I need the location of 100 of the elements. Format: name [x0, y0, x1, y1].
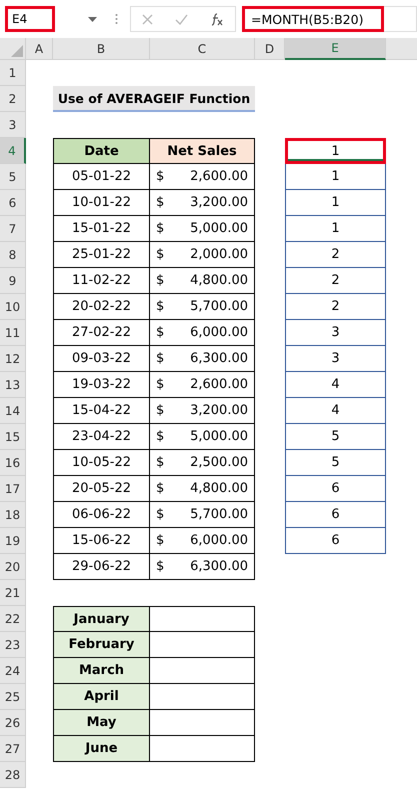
column-header-cell: Net Sales [150, 138, 255, 164]
table-cell: 09-03-22 [53, 346, 150, 372]
table-cell: 10-05-22 [53, 450, 150, 476]
row-header[interactable]: 10 [0, 294, 26, 320]
row-header[interactable]: 6 [0, 190, 26, 216]
table-cell: 6 [285, 502, 386, 528]
table-cell: 11-02-22 [53, 268, 150, 294]
row-header[interactable]: 24 [0, 658, 26, 684]
table-cell: 15-06-22 [53, 528, 150, 554]
row-header[interactable]: 7 [0, 216, 26, 242]
select-all-corner[interactable] [0, 38, 26, 60]
currency-symbol: $ [156, 195, 164, 210]
grip-icon [115, 13, 118, 25]
row-header[interactable]: 17 [0, 476, 26, 502]
table-cell: 25-01-22 [53, 242, 150, 268]
amount-value: 6,300.00 [190, 559, 248, 574]
row-header[interactable]: 27 [0, 736, 26, 762]
currency-symbol: $ [156, 273, 164, 288]
amount-value: 2,600.00 [190, 377, 248, 392]
row-header[interactable]: 20 [0, 554, 26, 580]
row-header[interactable]: 16 [0, 450, 26, 476]
column-header[interactable]: B [53, 38, 150, 60]
amount-value: 5,000.00 [190, 429, 248, 444]
currency-symbol: $ [156, 533, 164, 548]
row-header[interactable]: 13 [0, 372, 26, 398]
column-header-cell: Date [53, 138, 150, 164]
dropdown-caret-icon[interactable] [88, 16, 97, 22]
table-cell: 29-06-22 [53, 554, 150, 580]
table-cell: 1 [285, 138, 386, 164]
row-header[interactable]: 8 [0, 242, 26, 268]
currency-symbol: $ [156, 377, 164, 392]
name-box[interactable]: E4 [5, 6, 55, 32]
table-cell: 27-02-22 [53, 320, 150, 346]
row-header[interactable]: 19 [0, 528, 26, 554]
table-cell: 6 [285, 476, 386, 502]
row-header[interactable]: 1 [0, 60, 26, 86]
column-header[interactable]: E [285, 38, 386, 60]
table-cell: February [53, 632, 150, 658]
row-header[interactable]: 15 [0, 424, 26, 450]
amount-value: 6,000.00 [190, 533, 248, 548]
row-header[interactable]: 22 [0, 606, 26, 632]
column-header[interactable]: D [255, 38, 285, 60]
table-cell: 4 [285, 372, 386, 398]
row-header[interactable]: 2 [0, 86, 26, 112]
cancel-icon[interactable] [142, 14, 153, 24]
amount-value: 3,200.00 [190, 403, 248, 418]
table-cell: 06-06-22 [53, 502, 150, 528]
row-header[interactable]: 18 [0, 502, 26, 528]
column-header[interactable]: C [150, 38, 255, 60]
currency-symbol: $ [156, 169, 164, 184]
row-header[interactable]: 21 [0, 580, 26, 606]
amount-value: 4,800.00 [190, 481, 248, 496]
currency-symbol: $ [156, 507, 164, 522]
table-cell: 1 [285, 190, 386, 216]
row-header[interactable]: 14 [0, 398, 26, 424]
currency-symbol: $ [156, 429, 164, 444]
row-header[interactable]: 9 [0, 268, 26, 294]
row-header[interactable]: 3 [0, 112, 26, 138]
table-cell: 3 [285, 346, 386, 372]
amount-value: 2,500.00 [190, 455, 248, 470]
row-header[interactable]: 26 [0, 710, 26, 736]
row-header[interactable]: 5 [0, 164, 26, 190]
table-cell: 2 [285, 242, 386, 268]
table-cell: 1 [285, 164, 386, 190]
currency-symbol: $ [156, 559, 164, 574]
currency-symbol: $ [156, 247, 164, 262]
header-strip [386, 38, 417, 60]
row-header[interactable]: 23 [0, 632, 26, 658]
table-cell: 6 [285, 528, 386, 554]
row-header[interactable]: 11 [0, 320, 26, 346]
currency-symbol: $ [156, 481, 164, 496]
table-cell: 1 [285, 216, 386, 242]
table-cell: January [53, 606, 150, 632]
currency-symbol: $ [156, 325, 164, 340]
column-header[interactable]: A [26, 38, 53, 60]
table-cell: 20-02-22 [53, 294, 150, 320]
currency-symbol: $ [156, 221, 164, 236]
row-header[interactable]: 4 [0, 138, 26, 164]
check-icon[interactable] [175, 14, 188, 24]
table-cell: 5 [285, 424, 386, 450]
amount-value: 6,000.00 [190, 325, 248, 340]
table-cell: June [53, 736, 150, 762]
amount-value: 2,000.00 [190, 247, 248, 262]
table-cell: 23-04-22 [53, 424, 150, 450]
table-cell: 15-04-22 [53, 398, 150, 424]
amount-value: 5,700.00 [190, 299, 248, 314]
row-header[interactable]: 28 [0, 762, 26, 788]
amount-value: 3,200.00 [190, 195, 248, 210]
currency-symbol: $ [156, 299, 164, 314]
table-cell: April [53, 684, 150, 710]
table-cell: 19-03-22 [53, 372, 150, 398]
table-cell: 3 [285, 320, 386, 346]
row-header[interactable]: 12 [0, 346, 26, 372]
function-icon[interactable] [210, 12, 224, 26]
sheet-title: Use of AVERAGEIF Function [53, 86, 255, 112]
table-cell: 2 [285, 268, 386, 294]
table-cell: 10-01-22 [53, 190, 150, 216]
table-cell: 5 [285, 450, 386, 476]
row-header[interactable]: 25 [0, 684, 26, 710]
formula-field[interactable]: =MONTH(B5:B20) [242, 6, 384, 32]
